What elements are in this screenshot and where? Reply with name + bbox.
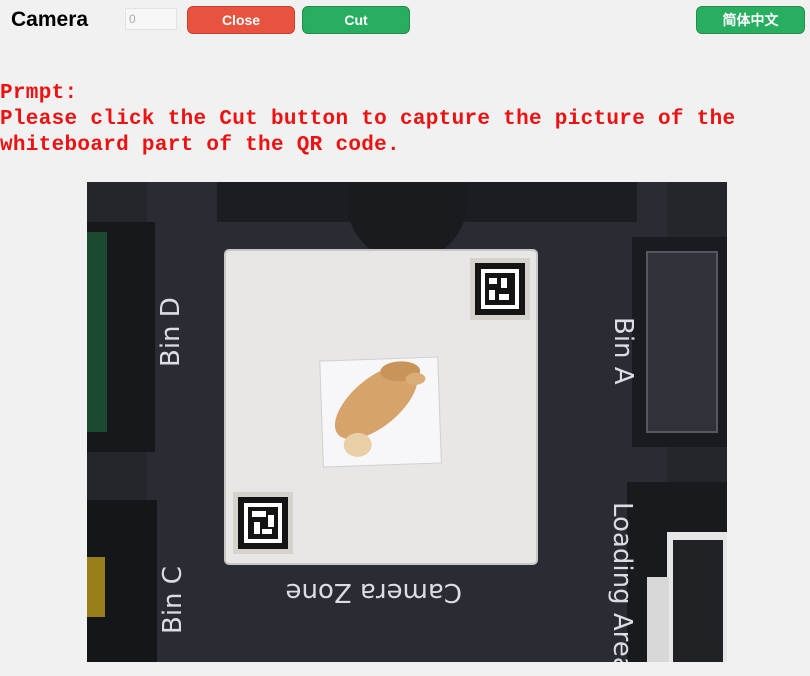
loading-area-label: Loading Area: [607, 502, 637, 662]
prompt-heading: Prmpt:: [0, 82, 78, 105]
bin-a-label: Bin A: [608, 317, 638, 385]
page-title: Camera: [11, 8, 89, 31]
language-button[interactable]: 简体中文: [696, 6, 805, 34]
cut-button[interactable]: Cut: [302, 6, 410, 34]
count-input[interactable]: [125, 8, 177, 30]
bin-d-label: Bin D: [156, 297, 186, 367]
camera-zone-label: Camera Zone: [286, 577, 463, 607]
prompt-message: Prmpt: Please click the Cut button to ca…: [0, 81, 810, 159]
bin-c-label: Bin C: [158, 566, 188, 634]
camera-feed-image: Bin D Bin A Bin C Camera Zone Loading Ar…: [87, 182, 727, 662]
close-button[interactable]: Close: [187, 6, 295, 34]
prompt-line-1: Please click the Cut button to capture t…: [0, 108, 736, 131]
camera-feed: Bin D Bin A Bin C Camera Zone Loading Ar…: [87, 182, 727, 662]
prompt-line-2: whiteboard part of the QR code.: [0, 134, 400, 157]
